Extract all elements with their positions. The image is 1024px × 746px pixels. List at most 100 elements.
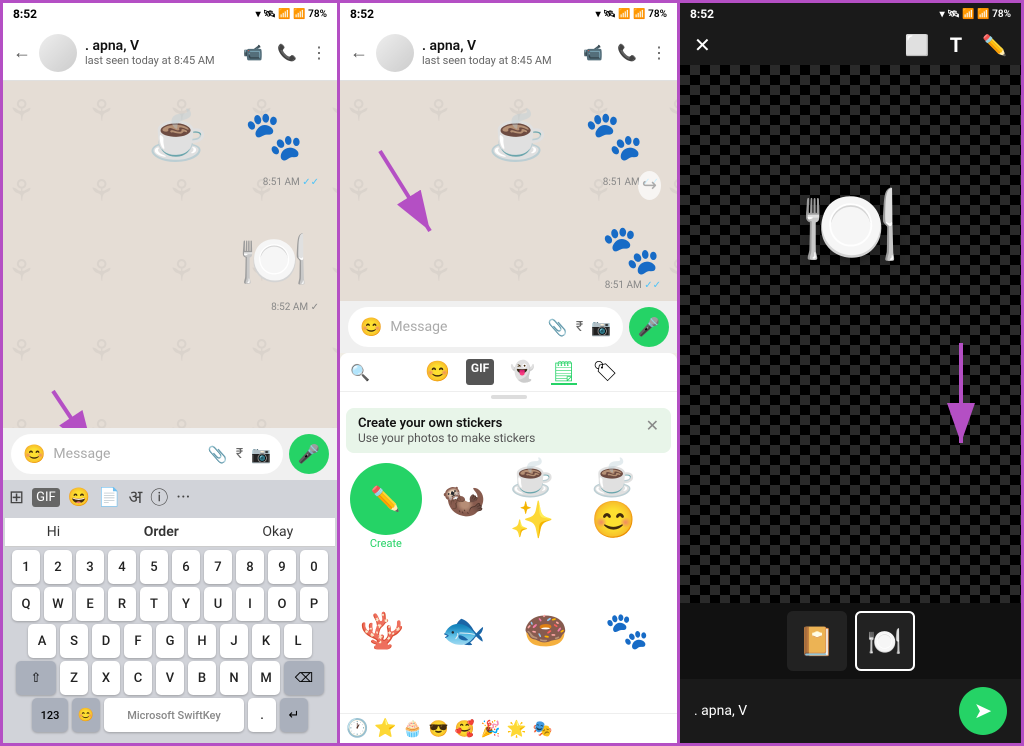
sticker-tab-emoji[interactable]: 😊 [425,359,450,385]
kb-icon-lang[interactable]: अ [129,485,143,509]
camera-icon-2[interactable]: 📷 [591,318,611,337]
rupee-icon-1[interactable]: ₹ [236,446,243,462]
key-n[interactable]: N [220,661,248,695]
close-banner-button[interactable]: ✕ [646,416,659,435]
mic-button-1[interactable]: 🎤 [289,434,329,474]
create-sticker-button[interactable]: ✏️ [350,463,422,535]
key-7[interactable]: 7 [204,550,232,584]
suggest-okay[interactable]: Okay [262,524,293,540]
key-p[interactable]: P [300,587,328,621]
key-r[interactable]: R [108,587,136,621]
sticker-emoji-4[interactable]: 🎉 [481,719,501,738]
key-period[interactable]: . [248,698,276,732]
sticker-emoji-3[interactable]: 🥰 [455,719,475,738]
sticker-item-4[interactable]: 🪸 [346,595,418,667]
suggest-order[interactable]: Order [144,524,179,540]
key-x[interactable]: X [92,661,120,695]
kb-icon-more[interactable]: ··· [176,487,190,508]
tray-item-notebook[interactable]: 📔 [787,611,847,671]
recent-icon[interactable]: 🕐 [346,718,368,739]
sticker-emoji-5[interactable]: 🌟 [507,719,527,738]
key-s[interactable]: S [60,624,88,658]
key-f[interactable]: F [124,624,152,658]
crop-icon[interactable]: ⬜ [905,33,930,57]
key-h[interactable]: H [188,624,216,658]
video-call-icon-2[interactable]: 📹 [583,43,603,62]
kb-icon-sticker[interactable]: 😄 [68,487,90,508]
sticker-emoji-1[interactable]: 🧁 [403,719,423,738]
emoji-icon-2[interactable]: 😊 [360,317,382,338]
send-button-editor[interactable]: ➤ [959,687,1007,735]
key-i[interactable]: I [236,587,264,621]
key-j[interactable]: J [220,624,248,658]
key-0[interactable]: 0 [300,550,328,584]
close-editor-button[interactable]: ✕ [694,33,711,57]
sticker-tab-sticker[interactable]: 🗒 [551,359,576,385]
key-m[interactable]: M [252,661,280,695]
sticker-tab-custom[interactable]: 🏷 [593,359,618,385]
key-4[interactable]: 4 [108,550,136,584]
key-5[interactable]: 5 [140,550,168,584]
attach-icon-1[interactable]: 📎 [208,445,228,464]
sticker-item-5[interactable]: 🐟 [428,595,500,667]
more-options-icon-2[interactable]: ⋮ [651,43,667,62]
sticker-tab-ghost[interactable]: 👻 [510,359,535,385]
key-k[interactable]: K [252,624,280,658]
message-placeholder-2[interactable]: Message [390,319,539,335]
key-g[interactable]: G [156,624,184,658]
voice-call-icon[interactable]: 📞 [277,43,297,62]
sticker-emoji-2[interactable]: 😎 [429,719,449,738]
key-v[interactable]: V [156,661,184,695]
key-2[interactable]: 2 [44,550,72,584]
key-space[interactable]: Microsoft SwiftKey [104,698,244,732]
key-backspace[interactable]: ⌫ [284,661,324,695]
suggest-hi[interactable]: Hi [47,524,60,540]
kb-icon-info[interactable]: ⓘ [150,484,168,510]
key-d[interactable]: D [92,624,120,658]
key-1[interactable]: 1 [12,550,40,584]
forward-icon[interactable]: ↪ [638,171,661,200]
mic-button-2[interactable]: 🎤 [629,307,669,347]
key-w[interactable]: W [44,587,72,621]
key-y[interactable]: Y [172,587,200,621]
key-t[interactable]: T [140,587,168,621]
text-icon[interactable]: T [950,33,962,57]
sticker-emoji-6[interactable]: 🎭 [532,719,552,738]
key-enter[interactable]: ↵ [280,698,308,732]
more-options-icon[interactable]: ⋮ [311,43,327,62]
video-call-icon[interactable]: 📹 [243,43,263,62]
key-o[interactable]: O [268,587,296,621]
draw-icon[interactable]: ✏️ [982,33,1007,57]
key-3[interactable]: 3 [76,550,104,584]
back-button-1[interactable]: ← [13,42,31,63]
voice-call-icon-2[interactable]: 📞 [617,43,637,62]
key-shift[interactable]: ⇧ [16,661,56,695]
rupee-icon-2[interactable]: ₹ [576,319,583,335]
key-b[interactable]: B [188,661,216,695]
key-9[interactable]: 9 [268,550,296,584]
back-button-2[interactable]: ← [350,42,368,63]
key-l[interactable]: L [284,624,312,658]
search-icon-sticker[interactable]: 🔍 [350,363,370,382]
key-q[interactable]: Q [12,587,40,621]
sticker-tab-gif[interactable]: GIF [466,359,494,385]
camera-icon-1[interactable]: 📷 [251,445,271,464]
key-c[interactable]: C [124,661,152,695]
key-u[interactable]: U [204,587,232,621]
sticker-item-2[interactable]: ☕✨ [510,463,582,535]
kb-icon-clipboard[interactable]: ⊞ [9,487,24,508]
fav-icon[interactable]: ⭐ [374,718,396,739]
kb-icon-doc[interactable]: 📄 [98,487,120,508]
tray-item-plate[interactable]: 🍽️ [855,611,915,671]
key-e[interactable]: E [76,587,104,621]
key-6[interactable]: 6 [172,550,200,584]
message-placeholder-1[interactable]: Message [53,446,199,462]
message-input-box-2[interactable]: 😊 Message 📎 ₹ 📷 [348,307,623,347]
sticker-item-1[interactable]: 🦦 [428,463,500,535]
key-z[interactable]: Z [60,661,88,695]
sticker-item-3[interactable]: ☕😊 [591,463,663,535]
key-emoji[interactable]: 😊 [72,698,100,732]
attach-icon-2[interactable]: 📎 [548,318,568,337]
key-123[interactable]: 123 [32,698,68,732]
sticker-item-6[interactable]: 🍩 [510,595,582,667]
